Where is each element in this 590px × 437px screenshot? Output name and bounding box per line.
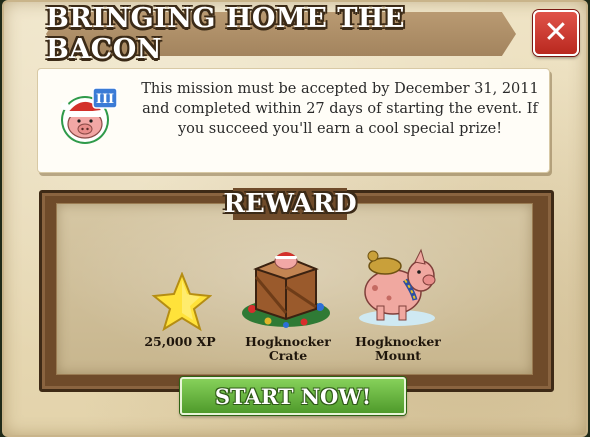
svg-text:III: III: [96, 92, 114, 107]
reward-item-xp: [146, 271, 213, 332]
close-button[interactable]: ✕: [533, 10, 579, 56]
hogknocker-crate-icon: [242, 252, 330, 328]
tier-badge: III: [92, 87, 118, 109]
pig-santa-hat-icon: III: [61, 87, 118, 144]
close-icon: ✕: [543, 15, 569, 50]
reward-label-xp: 25,000 XP: [144, 334, 216, 349]
mission-dialog: BRINGING HOME THE BACON ✕ III This missi…: [0, 0, 590, 437]
reward-label-crate: Hogknocker Crate: [245, 334, 331, 363]
reward-item-mount: [355, 236, 439, 328]
reward-label-mount: Hogknocker Mount: [355, 334, 441, 363]
reward-item-crate: [238, 247, 334, 329]
hogknocker-mount-icon: [359, 248, 436, 326]
reward-heading: REWARD: [223, 189, 357, 219]
dialog-title: BRINGING HOME THE BACON: [46, 3, 405, 65]
start-now-button[interactable]: START NOW!: [180, 377, 406, 415]
star-icon: [151, 271, 213, 332]
mission-description: This mission must be accepted by Decembe…: [141, 81, 539, 137]
